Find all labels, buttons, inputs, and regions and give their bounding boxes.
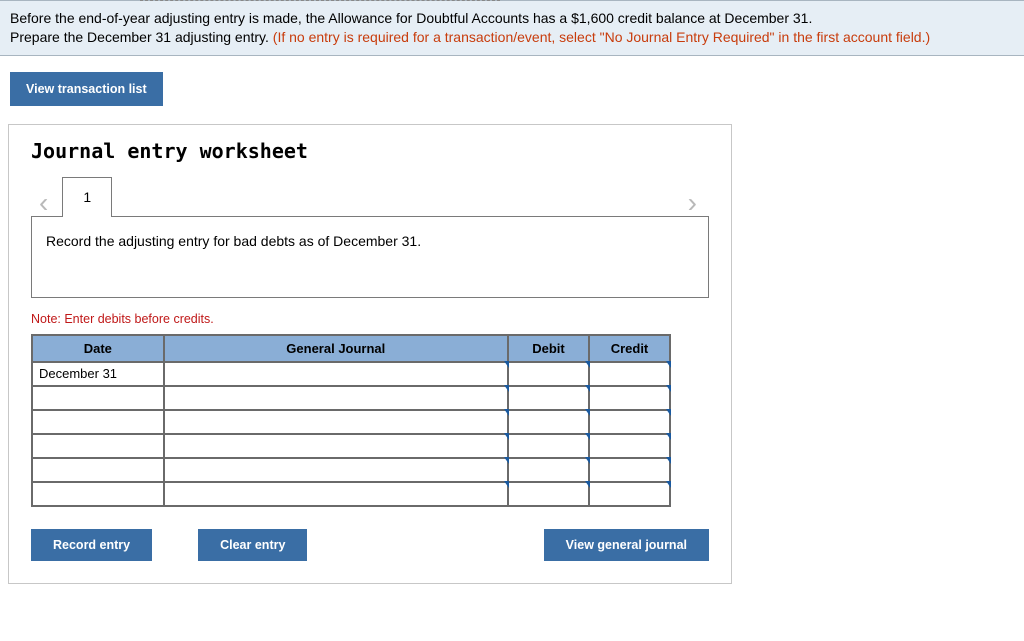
cell-debit[interactable] bbox=[508, 386, 589, 410]
table-row bbox=[32, 386, 670, 410]
cell-general-journal[interactable] bbox=[164, 362, 508, 386]
cell-general-journal[interactable] bbox=[164, 386, 508, 410]
tab-row: ‹ 1 › bbox=[31, 173, 709, 217]
dropdown-icon bbox=[666, 481, 671, 488]
entry-prompt: Record the adjusting entry for bad debts… bbox=[31, 216, 709, 298]
journal-entry-tbody: December 31 bbox=[32, 362, 670, 506]
dropdown-icon bbox=[666, 409, 671, 416]
cell-general-journal[interactable] bbox=[164, 434, 508, 458]
instruction-line2a: Prepare the December 31 adjusting entry. bbox=[10, 29, 273, 45]
table-row bbox=[32, 410, 670, 434]
cell-date[interactable] bbox=[32, 386, 164, 410]
action-button-row: Record entry Clear entry View general jo… bbox=[31, 529, 709, 561]
cell-date[interactable] bbox=[32, 458, 164, 482]
cell-debit[interactable] bbox=[508, 410, 589, 434]
header-debit: Debit bbox=[508, 335, 589, 362]
table-row bbox=[32, 482, 670, 506]
cell-date[interactable] bbox=[32, 410, 164, 434]
prev-arrow-icon[interactable]: ‹ bbox=[31, 189, 56, 217]
cell-date[interactable] bbox=[32, 434, 164, 458]
cell-debit[interactable] bbox=[508, 482, 589, 506]
cell-credit[interactable] bbox=[589, 458, 670, 482]
header-credit: Credit bbox=[589, 335, 670, 362]
cell-date[interactable]: December 31 bbox=[32, 362, 164, 386]
cell-date[interactable] bbox=[32, 482, 164, 506]
instruction-box: Before the end-of-year adjusting entry i… bbox=[0, 0, 1024, 56]
instruction-line1: Before the end-of-year adjusting entry i… bbox=[10, 10, 812, 26]
journal-entry-table: Date General Journal Debit Credit Decemb… bbox=[31, 334, 671, 507]
dropdown-icon bbox=[666, 433, 671, 440]
header-general-journal: General Journal bbox=[164, 335, 508, 362]
record-entry-button[interactable]: Record entry bbox=[31, 529, 152, 561]
view-transaction-list-button[interactable]: View transaction list bbox=[10, 72, 163, 106]
top-dashed-separator bbox=[140, 0, 500, 1]
header-date: Date bbox=[32, 335, 164, 362]
worksheet-title: Journal entry worksheet bbox=[31, 139, 709, 163]
tab-label: 1 bbox=[83, 189, 91, 205]
cell-general-journal[interactable] bbox=[164, 410, 508, 434]
view-general-journal-button[interactable]: View general journal bbox=[544, 529, 709, 561]
entry-prompt-text: Record the adjusting entry for bad debts… bbox=[46, 233, 421, 249]
tab-1[interactable]: 1 bbox=[62, 177, 112, 217]
debits-before-credits-note: Note: Enter debits before credits. bbox=[31, 312, 709, 326]
cell-debit[interactable] bbox=[508, 434, 589, 458]
cell-credit[interactable] bbox=[589, 410, 670, 434]
instruction-line2b: (If no entry is required for a transacti… bbox=[273, 29, 930, 45]
dropdown-icon bbox=[666, 361, 671, 368]
dropdown-icon bbox=[666, 385, 671, 392]
cell-credit[interactable] bbox=[589, 362, 670, 386]
journal-entry-worksheet: Journal entry worksheet ‹ 1 › Record the… bbox=[8, 124, 732, 584]
cell-debit[interactable] bbox=[508, 458, 589, 482]
next-arrow-icon[interactable]: › bbox=[680, 189, 705, 217]
cell-credit[interactable] bbox=[589, 434, 670, 458]
cell-credit[interactable] bbox=[589, 482, 670, 506]
cell-general-journal[interactable] bbox=[164, 458, 508, 482]
dropdown-icon bbox=[666, 457, 671, 464]
cell-debit[interactable] bbox=[508, 362, 589, 386]
cell-credit[interactable] bbox=[589, 386, 670, 410]
table-row: December 31 bbox=[32, 362, 670, 386]
clear-entry-button[interactable]: Clear entry bbox=[198, 529, 307, 561]
table-row bbox=[32, 458, 670, 482]
table-row bbox=[32, 434, 670, 458]
cell-general-journal[interactable] bbox=[164, 482, 508, 506]
